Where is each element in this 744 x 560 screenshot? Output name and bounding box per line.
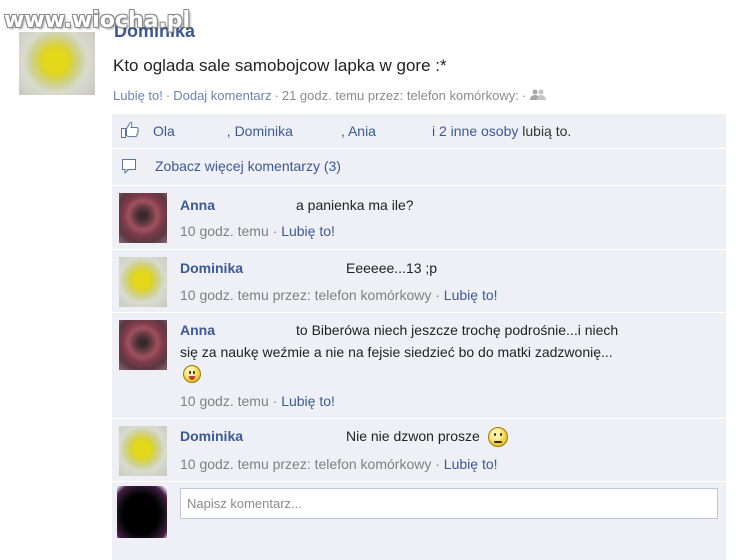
comment-meta: 10 godz. temu przez: telefon komórkowy ·… — [180, 456, 498, 472]
add-comment-link[interactable]: Dodaj komentarz — [173, 88, 271, 103]
comment-author[interactable]: Dominika — [180, 428, 243, 444]
comment-text-line2: się za naukę weźmie a nie na fejsie sied… — [180, 344, 613, 360]
like-post-link[interactable]: Lubię to! — [113, 88, 163, 103]
comment-like-link[interactable]: Lubię to! — [281, 223, 335, 239]
commenter-avatar[interactable] — [119, 193, 167, 243]
commenter-avatar[interactable] — [119, 257, 167, 307]
post-meta: Lubię to! · Dodaj komentarz · 21 godz. temu … — [113, 88, 547, 104]
comment-like-link[interactable]: Lubię to! — [281, 393, 335, 409]
comment-meta: 10 godz. temu · Lubię to! — [180, 223, 335, 239]
commenter-avatar[interactable] — [119, 320, 167, 370]
comment-input[interactable]: Napisz komentarz... — [180, 488, 718, 519]
comment-author[interactable]: Dominika — [180, 260, 243, 276]
people-icon — [529, 89, 547, 104]
comment-like-link[interactable]: Lubię to! — [444, 456, 498, 472]
comment-time: 10 godz. temu przez: telefon komórkowy — [180, 456, 432, 472]
like-name-ola[interactable]: Ola — [153, 123, 175, 139]
comment-text-content: Nie nie dzwon prosze — [346, 428, 480, 444]
like-others-link[interactable]: i 2 inne osoby — [432, 123, 518, 139]
commenter-avatar[interactable] — [119, 426, 167, 476]
post-timestamp: 21 godz. temu przez: telefon komórkowy: — [281, 88, 519, 103]
comment-author[interactable]: Anna — [180, 322, 215, 338]
likes-suffix: lubią to. — [522, 123, 572, 139]
comment-text: a panienka ma ile? — [296, 197, 414, 213]
comment-like-link[interactable]: Lubię to! — [444, 287, 498, 303]
like-name-dominika[interactable]: , Dominika — [227, 123, 293, 139]
smiley-worried-icon — [487, 427, 508, 448]
current-user-avatar — [117, 486, 167, 538]
thumbs-up-icon — [120, 120, 140, 140]
smiley-tongue-icon — [183, 365, 201, 383]
comment-meta: 10 godz. temu przez: telefon komórkowy ·… — [180, 287, 498, 303]
comment-author[interactable]: Anna — [180, 197, 215, 213]
comment-meta: 10 godz. temu · Lubię to! — [180, 393, 335, 409]
view-more-comments-link[interactable]: Zobacz więcej komentarzy (3) — [155, 158, 341, 174]
comment-text: Eeeeee...13 ;p — [346, 260, 438, 276]
like-name-ania[interactable]: , Ania — [341, 123, 376, 139]
likes-summary: Ola , Dominika , Ania i 2 inne osoby lubią … — [153, 123, 571, 139]
comment-text: Nie nie dzwon prosze — [346, 426, 508, 448]
comment-time: 10 godz. temu — [180, 223, 269, 239]
status-text: Kto oglada sale samobojcow lapka w gore … — [113, 56, 447, 75]
watermark-logo: www.wiocha.pl — [4, 8, 191, 33]
poster-avatar[interactable] — [19, 32, 95, 95]
comment-text-line1: to Biberówa niech jeszcze trochę podrośn… — [296, 322, 619, 338]
comment-bubble-icon — [121, 158, 137, 175]
comment-time: 10 godz. temu — [180, 393, 269, 409]
comment-time: 10 godz. temu przez: telefon komórkowy — [180, 287, 432, 303]
